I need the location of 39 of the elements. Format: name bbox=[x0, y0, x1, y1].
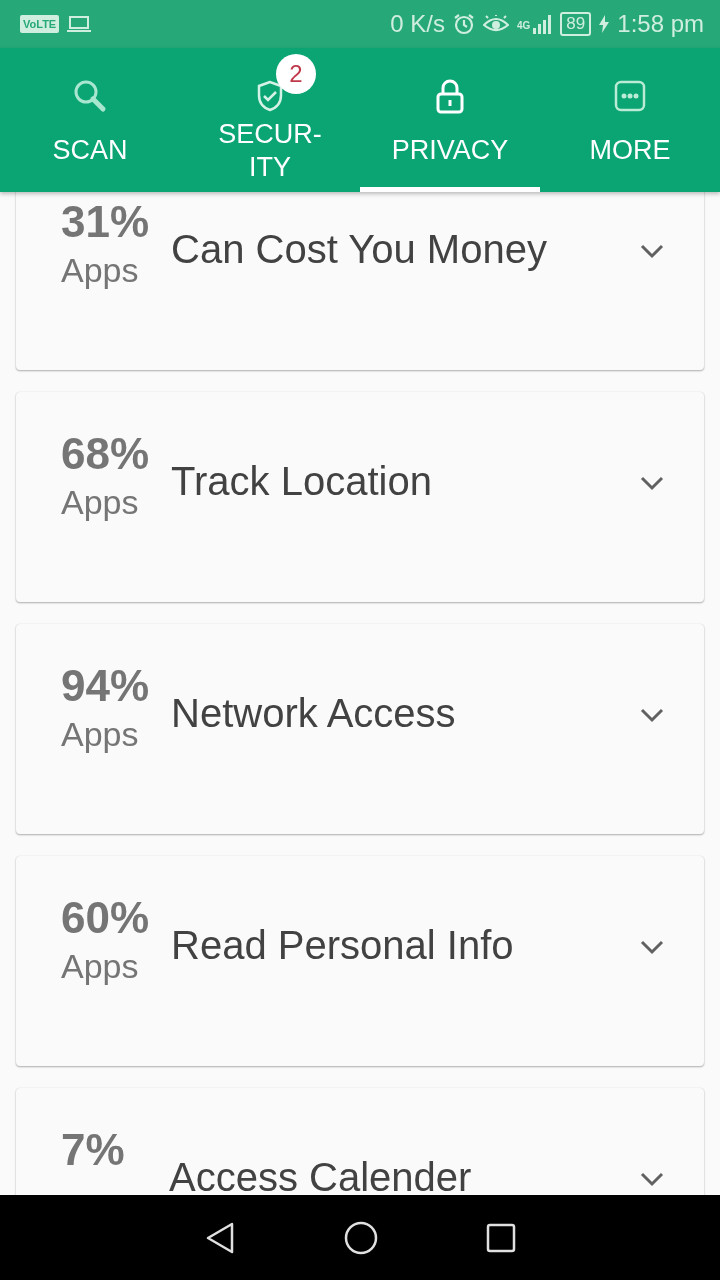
home-icon[interactable] bbox=[344, 1220, 378, 1255]
permission-title: Can Cost You Money bbox=[171, 227, 548, 272]
percentage: 68% bbox=[61, 428, 150, 480]
apps-label: Apps bbox=[61, 482, 140, 523]
percentage: 60% bbox=[61, 892, 150, 944]
more-icon bbox=[614, 80, 646, 112]
volte-badge: VoLTE bbox=[20, 15, 60, 33]
permission-title: Read Personal Info bbox=[171, 923, 515, 968]
search-icon bbox=[73, 79, 107, 113]
eye-icon bbox=[483, 15, 509, 33]
laptop-icon bbox=[67, 15, 92, 33]
tab[interactable]: 2 SECUR- ITY bbox=[180, 48, 360, 192]
apps-label: Apps bbox=[61, 946, 140, 987]
permission-title: Network Access bbox=[171, 691, 457, 736]
shield-check-icon bbox=[256, 80, 284, 112]
recents-icon[interactable] bbox=[486, 1222, 516, 1253]
apps-label: Apps bbox=[61, 714, 140, 755]
battery-level: 89 bbox=[560, 12, 592, 36]
network-type: 4G bbox=[517, 20, 531, 31]
signal-icon bbox=[532, 14, 553, 34]
back-icon[interactable] bbox=[204, 1220, 236, 1255]
lock-icon bbox=[435, 78, 465, 114]
chevron-icon[interactable] bbox=[640, 939, 664, 955]
percentage: 7% bbox=[61, 1124, 126, 1176]
permission-title: Access Calender bbox=[169, 1155, 473, 1195]
chevron-icon[interactable] bbox=[640, 1171, 664, 1187]
permission-card[interactable]: 7% Access Calender bbox=[16, 1088, 704, 1195]
network-speed: 0 K/s bbox=[390, 10, 445, 38]
charging-icon bbox=[599, 15, 610, 33]
clock: 1:58 pm bbox=[617, 10, 704, 38]
notification-badge: 2 bbox=[276, 54, 316, 94]
percentage: 94% bbox=[61, 660, 150, 712]
alarm-icon bbox=[453, 13, 475, 35]
chevron-icon[interactable] bbox=[640, 707, 664, 723]
percentage: 31% bbox=[61, 196, 150, 248]
chevron-icon[interactable] bbox=[640, 243, 664, 259]
apps-label: Apps bbox=[61, 250, 140, 291]
chevron-icon[interactable] bbox=[640, 475, 664, 491]
permission-title: Track Location bbox=[171, 459, 433, 504]
